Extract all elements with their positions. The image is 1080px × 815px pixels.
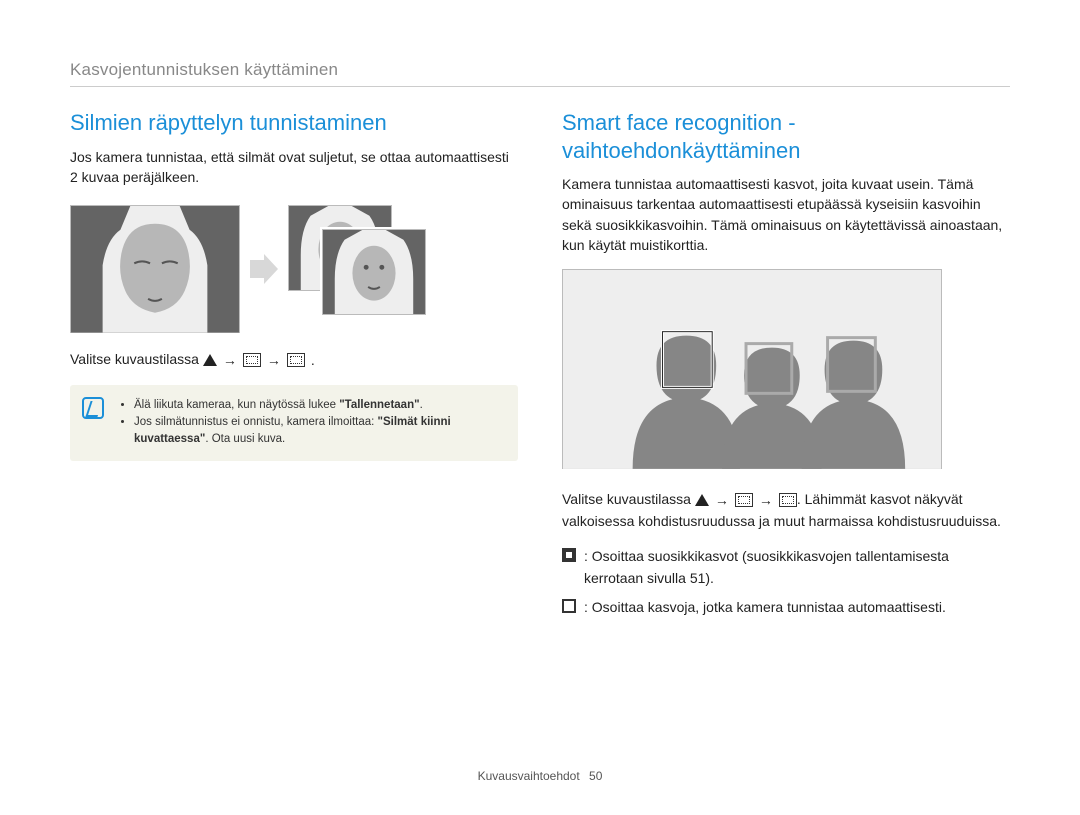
list-item: : Osoittaa kasvoja, jotka kamera tunnist… — [562, 597, 1010, 619]
blink-detect-icon — [287, 353, 305, 367]
manual-page: Kasvojentunnistuksen käyttäminen Silmien… — [0, 0, 1080, 815]
list-item: : Osoittaa suosikkikasvot (suosikkikasvo… — [562, 546, 1010, 589]
auto-face-box-icon — [562, 599, 576, 613]
blink-diagram — [70, 201, 518, 349]
right-instruction-icons: → → — [695, 490, 797, 511]
face-indicator-list: : Osoittaa suosikkikasvot (suosikkikasvo… — [562, 546, 1010, 619]
left-instruction: Valitse kuvaustilassa → → . — [70, 349, 518, 371]
face-detect-off-icon — [243, 353, 261, 367]
smart-face-icon — [779, 493, 797, 507]
blink-diagram-result-stack — [288, 205, 438, 333]
two-column-layout: Silmien räpyttelyn tunnistaminen Jos kam… — [70, 109, 1010, 627]
note-bold: "Tallennetaan" — [339, 399, 419, 411]
right-instruction: Valitse kuvaustilassa → → . Lähimmät kas… — [562, 489, 1010, 532]
note-text: Älä liikuta kameraa, kun näytössä lukee — [134, 399, 339, 411]
face-detect-off-icon — [735, 493, 753, 507]
menu-up-icon — [695, 494, 709, 506]
footer-section: Kuvausvaihtoehdot — [478, 769, 580, 783]
right-instruction-prefix: Valitse kuvaustilassa — [562, 491, 695, 507]
page-footer: Kuvausvaihtoehdot 50 — [0, 769, 1080, 783]
left-column: Silmien räpyttelyn tunnistaminen Jos kam… — [70, 109, 518, 627]
list-text: : Osoittaa suosikkikasvot (suosikkikasvo… — [584, 546, 1010, 589]
note-item: Jos silmätunnistus ei onnistu, kamera il… — [134, 414, 504, 449]
left-instruction-prefix: Valitse kuvaustilassa — [70, 351, 203, 367]
right-intro: Kamera tunnistaa automaattisesti kasvot,… — [562, 174, 1010, 255]
footer-page-number: 50 — [589, 769, 602, 783]
arrow-right-icon: → — [759, 490, 773, 511]
list-text: : Osoittaa kasvoja, jotka kamera tunnist… — [584, 597, 946, 619]
note-item: Älä liikuta kameraa, kun näytössä lukee … — [134, 397, 504, 414]
note-icon — [82, 397, 104, 419]
note-text: . — [420, 399, 423, 411]
arrow-icon — [250, 254, 278, 284]
note-text: . Ota uusi kuva. — [205, 433, 285, 445]
note-text: Jos silmätunnistus ei onnistu, kamera il… — [134, 416, 378, 428]
left-intro: Jos kamera tunnistaa, että silmät ovat s… — [70, 147, 518, 188]
left-instruction-icons: → → . — [203, 350, 315, 371]
menu-up-icon — [203, 354, 217, 366]
smartface-diagram — [562, 269, 942, 469]
arrow-right-icon: → — [267, 350, 281, 371]
right-heading: Smart face recognition -vaihtoehdonkäytt… — [562, 109, 1010, 164]
right-column: Smart face recognition -vaihtoehdonkäytt… — [562, 109, 1010, 627]
arrow-right-icon: → — [715, 490, 729, 511]
blink-diagram-source — [70, 205, 240, 333]
note-box: Älä liikuta kameraa, kun näytössä lukee … — [70, 385, 518, 461]
left-heading: Silmien räpyttelyn tunnistaminen — [70, 109, 518, 137]
favorite-face-box-icon — [562, 548, 576, 562]
arrow-right-icon: → — [223, 350, 237, 371]
chapter-title: Kasvojentunnistuksen käyttäminen — [70, 60, 1010, 87]
result-frame-front — [322, 229, 426, 315]
